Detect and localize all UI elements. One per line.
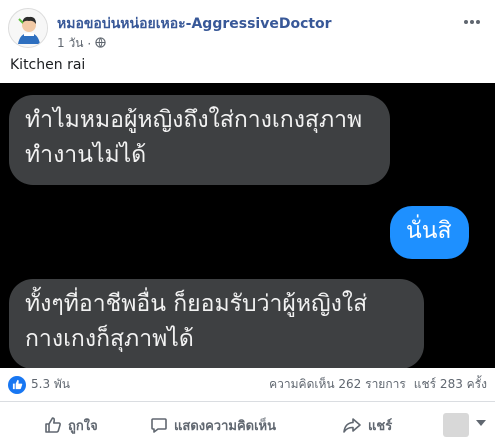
thumbs-up-icon bbox=[8, 375, 26, 394]
post-meta: 1 วัน · bbox=[57, 34, 106, 53]
like-button[interactable]: ถูกใจ bbox=[44, 415, 98, 436]
page-avatar[interactable] bbox=[8, 8, 48, 48]
chevron-down-icon[interactable] bbox=[476, 420, 486, 426]
time-separator: · bbox=[87, 36, 92, 51]
chat-line: กางเกงก็สุภาพได้ bbox=[25, 326, 194, 352]
post-time[interactable]: 1 วัน bbox=[57, 34, 83, 53]
comments-count[interactable]: ความคิดเห็น 262 รายการ bbox=[269, 375, 406, 394]
author-name[interactable]: หมอขอบ่นหน่อยเหอะ-AggressiveDoctor bbox=[57, 13, 332, 35]
comment-label: แสดงความคิดเห็น bbox=[174, 418, 277, 434]
chat-line: ทั้งๆที่อาชีพอื่น ก็ยอมรับว่าผู้หญิงใส่ bbox=[25, 291, 368, 317]
reactions-count: 5.3 พัน bbox=[31, 377, 71, 391]
post-caption: Kitchen rai bbox=[10, 57, 86, 73]
chat-line: ทำไมหมอผู้หญิงถึงใส่กางเกงสุภาพ bbox=[25, 107, 363, 133]
share-label: แชร์ bbox=[368, 418, 393, 434]
shares-count[interactable]: แชร์ 283 ครั้ง bbox=[414, 375, 487, 394]
engagement-counts: ความคิดเห็น 262 รายการ แชร์ 283 ครั้ง bbox=[269, 375, 487, 394]
viewer-avatar[interactable] bbox=[443, 413, 469, 437]
thumbs-up-outline-icon bbox=[44, 416, 62, 434]
chat-bubble-incoming-1: ทำไมหมอผู้หญิงถึงใส่กางเกงสุภาพ ทำงานไม่… bbox=[9, 95, 390, 185]
comment-bubble-icon bbox=[150, 416, 168, 434]
post-header: หมอขอบ่นหน่อยเหอะ-AggressiveDoctor 1 วัน… bbox=[8, 6, 495, 53]
avatar-illustration bbox=[9, 9, 47, 47]
chat-line: ทำงานไม่ได้ bbox=[25, 142, 147, 168]
share-button[interactable]: แชร์ bbox=[342, 415, 392, 436]
post-stats-bar: 5.3 พัน ความคิดเห็น 262 รายการ แชร์ 283 … bbox=[0, 368, 495, 402]
chat-bubble-incoming-2: ทั้งๆที่อาชีพอื่น ก็ยอมรับว่าผู้หญิงใส่ … bbox=[9, 279, 424, 368]
share-arrow-icon bbox=[342, 416, 362, 434]
chat-line: นั่นสิ bbox=[406, 218, 452, 244]
more-dots-icon[interactable] bbox=[463, 10, 481, 29]
like-label: ถูกใจ bbox=[68, 418, 98, 434]
post-actions-bar: ถูกใจ แสดงความคิดเห็น แชร์ bbox=[0, 403, 495, 447]
chat-screenshot-image[interactable]: ทำไมหมอผู้หญิงถึงใส่กางเกงสุภาพ ทำงานไม่… bbox=[0, 83, 495, 368]
chat-bubble-outgoing: นั่นสิ bbox=[390, 206, 469, 259]
reactions-summary[interactable]: 5.3 พัน bbox=[8, 375, 70, 394]
comment-button[interactable]: แสดงความคิดเห็น bbox=[150, 415, 276, 436]
globe-icon bbox=[95, 36, 106, 51]
